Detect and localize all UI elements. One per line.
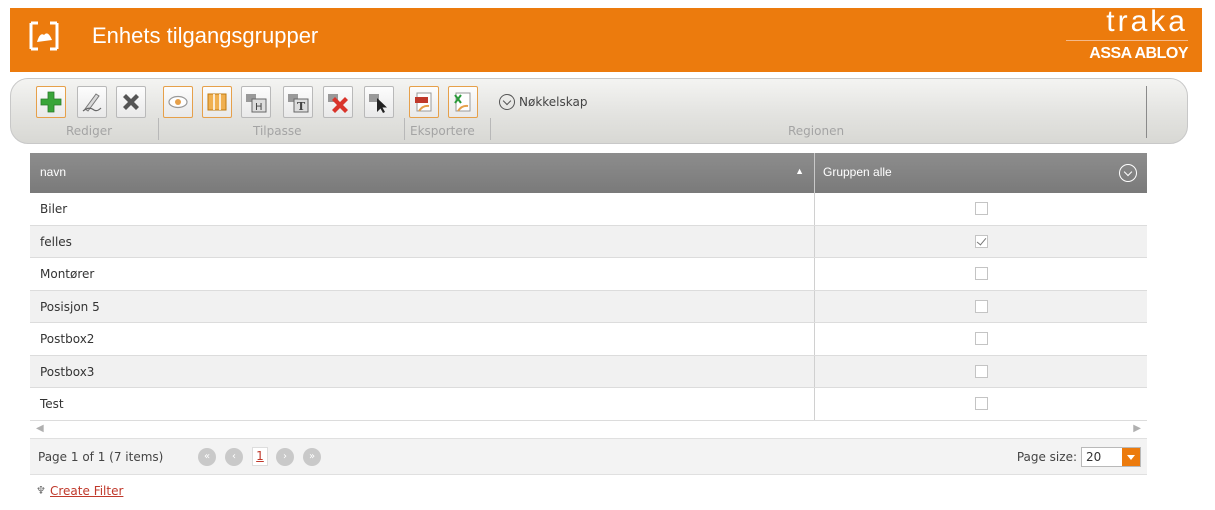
app-header: Enhets tilgangsgrupper traka ASSA ABLOY bbox=[10, 5, 1202, 72]
sort-asc-icon: ▲ bbox=[795, 166, 804, 176]
svg-text:H: H bbox=[255, 102, 263, 113]
table-row[interactable]: Postbox2 bbox=[30, 323, 1147, 356]
groups-grid: navn ▲ Gruppen alle Biler felles Montøre… bbox=[30, 153, 1147, 507]
page-title: Enhets tilgangsgrupper bbox=[92, 23, 319, 48]
group-all-checkbox[interactable] bbox=[975, 299, 988, 313]
table-row[interactable]: Montører bbox=[30, 258, 1147, 291]
text-icon: T bbox=[288, 94, 309, 113]
group-all-checkbox[interactable] bbox=[975, 202, 988, 215]
group-label-region: Regionen bbox=[788, 124, 845, 138]
brand-logo: traka ASSA ABLOY bbox=[1058, 5, 1189, 72]
brand-traka-text: traka bbox=[1106, 5, 1188, 38]
group-all-checkbox[interactable] bbox=[975, 332, 988, 345]
row-name: Biler bbox=[30, 193, 815, 225]
columns-button[interactable] bbox=[202, 86, 232, 118]
table-row[interactable]: Postbox3 bbox=[30, 355, 1147, 388]
svg-text:T: T bbox=[297, 100, 306, 113]
chevron-down-icon bbox=[499, 94, 515, 110]
select-icon bbox=[369, 94, 387, 113]
scroll-right-icon[interactable]: ▶ bbox=[1133, 423, 1141, 434]
table-row[interactable]: Test bbox=[30, 388, 1147, 421]
text-button[interactable]: T bbox=[283, 86, 313, 118]
delete-icon bbox=[123, 94, 139, 110]
first-page-icon[interactable]: « bbox=[198, 447, 216, 466]
group-label-export: Eksportere bbox=[410, 124, 475, 138]
dropdown-arrow-icon[interactable] bbox=[1122, 447, 1140, 466]
group-label-customize: Tilpasse bbox=[253, 124, 302, 138]
add-icon bbox=[40, 91, 62, 113]
export-excel-button[interactable] bbox=[448, 86, 478, 118]
horizontal-scrollbar[interactable]: ◀ ▶ bbox=[30, 421, 1147, 439]
key-cabinet-scope-button[interactable]: Nøkkelskap bbox=[499, 92, 587, 112]
export-excel-icon bbox=[454, 92, 471, 112]
clear-icon bbox=[328, 94, 348, 113]
row-name: Test bbox=[30, 388, 815, 420]
table-row[interactable]: felles bbox=[30, 225, 1147, 258]
view-button[interactable] bbox=[163, 86, 193, 118]
clear-button[interactable] bbox=[323, 86, 353, 118]
page-size-select[interactable]: 20 bbox=[1081, 446, 1141, 467]
row-name: felles bbox=[30, 225, 815, 257]
page-size-value: 20 bbox=[1086, 449, 1102, 464]
edit-button[interactable] bbox=[77, 86, 107, 118]
group-all-checkbox[interactable] bbox=[975, 234, 988, 248]
select-button[interactable] bbox=[364, 86, 394, 118]
add-button[interactable] bbox=[36, 86, 66, 118]
row-name: Postbox2 bbox=[30, 323, 815, 355]
key-cabinet-scope-label: Nøkkelskap bbox=[519, 95, 588, 109]
export-pdf-icon bbox=[415, 92, 432, 112]
prev-page-icon[interactable]: ‹ bbox=[225, 447, 243, 466]
group-label-edit: Rediger bbox=[66, 124, 113, 138]
scroll-left-icon[interactable]: ◀ bbox=[36, 423, 44, 434]
group-all-checkbox[interactable] bbox=[975, 397, 988, 410]
group-all-checkbox[interactable] bbox=[975, 267, 988, 280]
row-name: Montører bbox=[30, 258, 815, 290]
edit-icon bbox=[82, 93, 102, 112]
filter-bar: ♆ Create Filter bbox=[30, 475, 1147, 507]
view-icon bbox=[168, 95, 188, 109]
page-number-link[interactable]: 1 bbox=[252, 446, 268, 466]
columns-icon bbox=[207, 93, 227, 111]
column-header-group-all[interactable]: Gruppen alle bbox=[815, 153, 1147, 193]
row-name: Posisjon 5 bbox=[30, 290, 815, 322]
table-row[interactable]: Biler bbox=[30, 193, 1147, 226]
app-logo-icon bbox=[29, 21, 59, 51]
pager: Page 1 of 1 (7 items) « ‹ 1 › » Page siz… bbox=[30, 438, 1147, 475]
grid-header: navn ▲ Gruppen alle bbox=[30, 153, 1147, 193]
row-name: Postbox3 bbox=[30, 355, 815, 387]
last-page-icon[interactable]: » bbox=[303, 447, 321, 466]
filter-icon: ♆ bbox=[36, 483, 46, 497]
save-layout-icon: H bbox=[246, 94, 267, 113]
column-menu-icon[interactable] bbox=[1119, 164, 1137, 182]
table-row[interactable]: Posisjon 5 bbox=[30, 290, 1147, 323]
next-page-icon[interactable]: › bbox=[276, 447, 294, 466]
column-header-name[interactable]: navn ▲ bbox=[30, 153, 815, 193]
create-filter-link[interactable]: Create Filter bbox=[50, 484, 123, 498]
save-layout-button[interactable]: H bbox=[241, 86, 271, 118]
pager-summary: Page 1 of 1 (7 items) bbox=[38, 449, 164, 464]
brand-assa-text: ASSA ABLOY bbox=[1089, 45, 1188, 62]
delete-button[interactable] bbox=[116, 86, 146, 118]
page-size-label: Page size: bbox=[1016, 449, 1077, 464]
group-all-checkbox[interactable] bbox=[975, 364, 988, 378]
export-pdf-button[interactable] bbox=[409, 86, 439, 118]
